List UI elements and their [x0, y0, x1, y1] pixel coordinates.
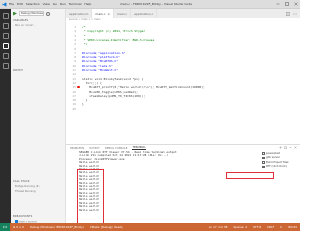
more-actions-icon[interactable]	[293, 12, 297, 16]
maximize-panel-icon[interactable]	[289, 146, 292, 149]
terminal-list-label: RTT (Unit Clock)	[266, 165, 287, 169]
code-line[interactable]: 20	[66, 107, 300, 111]
testing-icon[interactable]	[2, 63, 9, 69]
debug-config-select[interactable]: Debug (Windows)	[19, 11, 44, 16]
terminal-icon	[262, 156, 265, 159]
cursor-position[interactable]: Ln 17, Col 38	[206, 225, 230, 229]
breakpoint-icon[interactable]	[77, 85, 80, 89]
line-number: 20	[72, 106, 76, 111]
tab-label: application.c	[134, 11, 154, 16]
split-editor-icon[interactable]	[286, 11, 290, 16]
terminal-output-lines: Hello world! Hello world! Hello world! Hell…	[79, 160, 256, 212]
code-editor[interactable]: 1/* 2 * Copyright (c) 2021, Erich Styger 3…	[66, 23, 300, 144]
tab-label: main.c	[95, 11, 106, 16]
close-icon[interactable]	[294, 2, 298, 6]
title-bar: File Edit Selection View Go Run Terminal…	[0, 0, 300, 9]
highlight-box	[226, 172, 274, 179]
panel-actions	[279, 146, 297, 149]
remote-indicator-icon[interactable]	[0, 223, 10, 231]
menu-bar: File Edit Selection View Go Run Terminal…	[9, 2, 91, 6]
callstack-item[interactable]: Thread Running	[11, 189, 66, 194]
vscode-logo-icon	[2, 2, 7, 6]
menu-edit[interactable]: Edit	[17, 2, 23, 6]
variables-placeholder: Run on 'Local'...	[15, 24, 36, 27]
tab-application-c[interactable]: application.c	[131, 9, 158, 18]
tab-application-h[interactable]: application.h	[66, 9, 93, 18]
platform[interactable]: Win32	[285, 225, 300, 229]
terminal-icon	[262, 161, 265, 164]
terminal-list-label: powershell	[266, 151, 281, 155]
menu-help[interactable]: Help	[84, 2, 91, 6]
activity-bar	[0, 9, 11, 223]
problems-status[interactable]: ⊗ 0 ⚠ 0	[10, 225, 27, 229]
tab-label: main.c	[117, 11, 128, 16]
explorer-icon[interactable]	[2, 13, 9, 19]
tab-label: application.h	[69, 11, 89, 16]
tab-terminal[interactable]: TERMINAL	[132, 146, 146, 150]
search-icon[interactable]	[2, 23, 9, 29]
status-bar: ⊗ 0 ⚠ 0 Debug (Windows) (FRDM-K22F_Blink…	[0, 223, 300, 231]
line-ending[interactable]: CRLF	[264, 225, 277, 229]
terminal-list-label: Build Project Task	[266, 160, 289, 164]
terminal-output-line: Hello world!	[79, 207, 100, 212]
callstack-section: CALL STACK Bridge Running (P... Thread R…	[11, 179, 66, 194]
maximize-icon[interactable]	[285, 2, 289, 6]
debug-toolbar: Debug (Windows)	[11, 9, 65, 18]
tab-output[interactable]: OUTPUT	[89, 147, 100, 150]
terminal-list-item-selected[interactable]: RTT (Unit Clock)	[262, 165, 300, 170]
terminal-icon	[262, 152, 265, 155]
source-control-icon[interactable]	[2, 33, 9, 39]
tab-main-c[interactable]: main.c	[114, 9, 132, 18]
run-debug-icon[interactable]	[2, 43, 9, 49]
menu-selection[interactable]: Selection	[26, 2, 40, 6]
encoding[interactable]: UTF-8	[250, 225, 264, 229]
menu-terminal[interactable]: Terminal	[69, 2, 82, 6]
cmake-status[interactable]: CMake: [Debug]: Ready	[87, 225, 126, 229]
terminal-list-label: gdb server	[266, 156, 280, 160]
tab-debug-console[interactable]: DEBUG CONSOLE	[105, 147, 128, 150]
menu-run[interactable]: Run	[60, 2, 66, 6]
debug-sidebar: Debug (Windows) VARIABLES Run on 'Local'…	[11, 9, 66, 223]
start-debugging-icon[interactable]	[13, 11, 17, 16]
terminal-icon	[262, 165, 265, 168]
language-mode[interactable]: C	[277, 225, 285, 229]
editor-tabs: application.h main.c × main.c application…	[66, 9, 300, 18]
add-terminal-icon[interactable]	[279, 146, 282, 149]
highlight-box	[77, 169, 104, 224]
extensions-icon[interactable]	[2, 53, 9, 59]
gear-icon[interactable]	[46, 11, 50, 16]
close-panel-icon[interactable]	[294, 146, 297, 149]
editor-actions	[286, 9, 300, 18]
menu-go[interactable]: Go	[53, 2, 57, 6]
tab-problems[interactable]: PROBLEMS	[70, 147, 84, 150]
indentation[interactable]: Spaces: 4	[230, 225, 250, 229]
watch-section-header[interactable]: WATCH	[11, 68, 65, 73]
minimize-icon[interactable]	[276, 2, 280, 6]
status-right: Ln 17, Col 38 Spaces: 4 UTF-8 CRLF C Win…	[206, 225, 300, 229]
tab-main-c-active[interactable]: main.c ×	[92, 9, 115, 18]
menu-file[interactable]: File	[9, 2, 14, 6]
debug-status[interactable]: Debug (Windows) (FRDM-K22F_Blinky)	[27, 225, 87, 229]
close-icon[interactable]: ×	[108, 12, 111, 16]
trash-icon[interactable]	[284, 146, 287, 149]
window-controls	[276, 2, 298, 6]
window-title: main.c - FRDM-K22F_Blinky - Visual Studi…	[120, 2, 193, 6]
bottom-panel: PROBLEMS OUTPUT DEBUG CONSOLE TERMINAL S…	[66, 144, 300, 224]
menu-view[interactable]: View	[43, 2, 50, 6]
